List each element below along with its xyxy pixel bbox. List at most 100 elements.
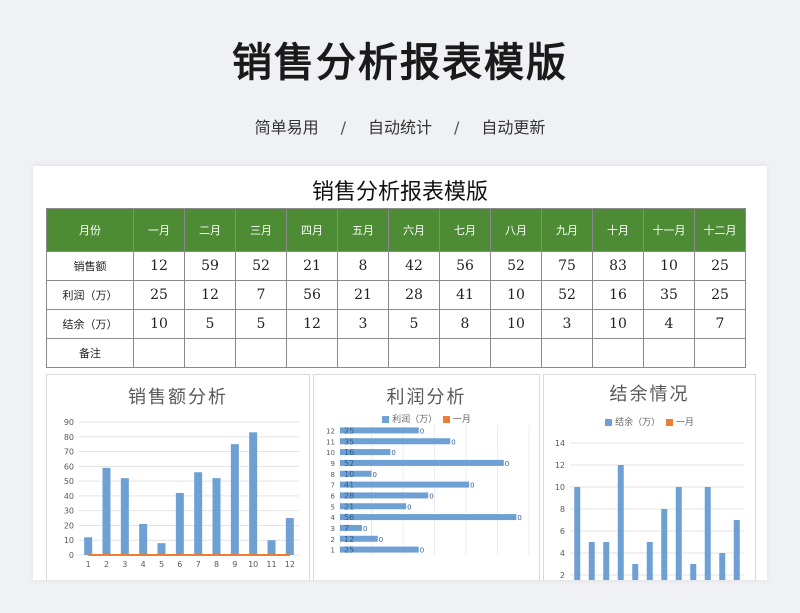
- row-label[interactable]: 销售额: [46, 251, 134, 281]
- table-cell[interactable]: 35: [643, 280, 695, 310]
- bar-end-label: 0: [363, 525, 367, 533]
- header-cell[interactable]: 七月: [439, 208, 491, 252]
- y-tick-label: 90: [64, 418, 74, 427]
- table-cell[interactable]: 21: [286, 251, 338, 281]
- table-cell[interactable]: 52: [235, 251, 287, 281]
- bar-end-label: 0: [517, 514, 521, 522]
- header-cell-month[interactable]: 月份: [46, 208, 134, 252]
- header-cell[interactable]: 八月: [490, 208, 542, 252]
- bar-end-label: 0: [373, 471, 377, 479]
- table-cell[interactable]: 8: [337, 251, 389, 281]
- table-cell[interactable]: 56: [286, 280, 338, 310]
- table-cell[interactable]: [388, 338, 440, 368]
- table-cell[interactable]: 16: [592, 280, 644, 310]
- subtitle: 简单易用 / 自动统计 / 自动更新: [0, 114, 800, 138]
- header-cell[interactable]: 十二月: [694, 208, 746, 252]
- table-cell[interactable]: 21: [337, 280, 389, 310]
- table-cell[interactable]: 12: [184, 280, 236, 310]
- bar: [340, 459, 504, 466]
- table-cell[interactable]: [643, 338, 695, 368]
- table-cell[interactable]: 25: [694, 251, 746, 281]
- row-label[interactable]: 利润（万）: [46, 280, 134, 310]
- table-cell[interactable]: 5: [235, 309, 287, 339]
- bar: [661, 509, 668, 580]
- table-cell[interactable]: [541, 338, 593, 368]
- row-label[interactable]: 备注: [46, 338, 134, 368]
- bar-value-label: 7: [344, 524, 349, 533]
- y-tick-label: 8: [331, 471, 335, 479]
- table-cell[interactable]: 8: [439, 309, 491, 339]
- bar-value-label: 52: [344, 459, 354, 468]
- header-cell[interactable]: 五月: [337, 208, 389, 252]
- header-cell[interactable]: 十月: [592, 208, 644, 252]
- table-cell[interactable]: [337, 338, 389, 368]
- table-cell[interactable]: [439, 338, 491, 368]
- header-cell[interactable]: 六月: [388, 208, 440, 252]
- table-cell[interactable]: 10: [592, 309, 644, 339]
- y-tick-label: 70: [64, 448, 74, 457]
- table-cell[interactable]: 83: [592, 251, 644, 281]
- table-cell[interactable]: 25: [133, 280, 185, 310]
- table-cell[interactable]: 3: [541, 309, 593, 339]
- bar: [733, 520, 740, 580]
- table-cell[interactable]: [133, 338, 185, 368]
- table-cell[interactable]: 12: [133, 251, 185, 281]
- x-tick-label: 5: [159, 560, 164, 569]
- table-cell[interactable]: 5: [388, 309, 440, 339]
- subtitle-separator: /: [454, 118, 460, 137]
- y-tick-label: 2: [560, 571, 565, 580]
- y-tick-label: 30: [64, 507, 74, 516]
- bar-end-label: 0: [505, 460, 509, 468]
- table-cell[interactable]: 7: [694, 309, 746, 339]
- header-cell[interactable]: 二月: [184, 208, 236, 252]
- header-cell[interactable]: 三月: [235, 208, 287, 252]
- table-cell[interactable]: [592, 338, 644, 368]
- table-cell[interactable]: 52: [490, 251, 542, 281]
- table-cell[interactable]: [235, 338, 287, 368]
- header-cell[interactable]: 十一月: [643, 208, 695, 252]
- table-row: 利润（万） 25 12 7 56 21 28 41 10 52 16 35 25: [46, 280, 746, 310]
- table-cell[interactable]: [184, 338, 236, 368]
- y-tick-label: 10: [326, 449, 335, 457]
- table-cell[interactable]: 10: [133, 309, 185, 339]
- bar-end-label: 0: [470, 482, 474, 490]
- header-cell[interactable]: 四月: [286, 208, 338, 252]
- table-cell[interactable]: 10: [490, 280, 542, 310]
- table-cell[interactable]: 12: [286, 309, 338, 339]
- bar-end-label: 0: [379, 536, 383, 544]
- table-cell[interactable]: 4: [643, 309, 695, 339]
- table-cell[interactable]: 5: [184, 309, 236, 339]
- bar-value-label: 21: [344, 502, 354, 511]
- table-cell[interactable]: [286, 338, 338, 368]
- balance-chart-panel: 结余情况 结余（万） 一月 02468101214123456789101112: [543, 374, 756, 580]
- table-cell[interactable]: 56: [439, 251, 491, 281]
- bar-end-label: 0: [420, 547, 424, 555]
- table-cell[interactable]: 7: [235, 280, 287, 310]
- x-tick-label: 3: [122, 560, 127, 569]
- table-cell[interactable]: 41: [439, 280, 491, 310]
- x-tick-label: 4: [141, 560, 146, 569]
- table-cell[interactable]: 59: [184, 251, 236, 281]
- header-cell[interactable]: 一月: [133, 208, 185, 252]
- row-label[interactable]: 结余（万）: [46, 309, 134, 339]
- bar: [139, 523, 148, 555]
- y-tick-label: 8: [560, 505, 565, 514]
- bar: [212, 478, 221, 555]
- bar-value-label: 35: [344, 437, 354, 446]
- table-cell[interactable]: [490, 338, 542, 368]
- table-cell[interactable]: 10: [490, 309, 542, 339]
- header-cell[interactable]: 九月: [541, 208, 593, 252]
- table-cell[interactable]: 75: [541, 251, 593, 281]
- bar: [588, 542, 595, 580]
- table-cell[interactable]: 42: [388, 251, 440, 281]
- table-cell[interactable]: 25: [694, 280, 746, 310]
- y-tick-label: 60: [64, 462, 74, 471]
- table-cell[interactable]: 28: [388, 280, 440, 310]
- table-cell[interactable]: [694, 338, 746, 368]
- table-cell[interactable]: 10: [643, 251, 695, 281]
- y-tick-label: 50: [64, 477, 74, 486]
- table-cell[interactable]: 3: [337, 309, 389, 339]
- table-cell[interactable]: 52: [541, 280, 593, 310]
- x-tick-label: 11: [266, 560, 276, 569]
- y-tick-label: 14: [555, 439, 565, 448]
